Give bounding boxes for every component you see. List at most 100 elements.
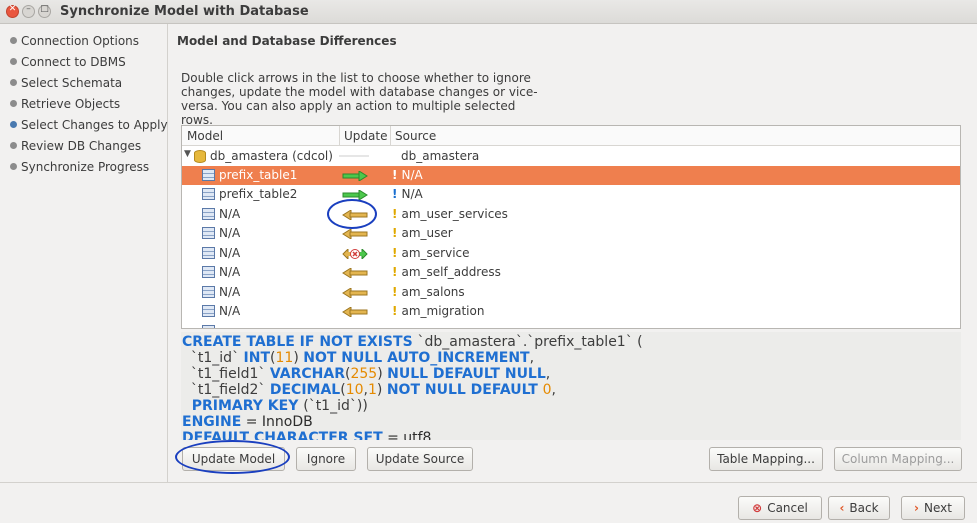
table-icon: [202, 208, 215, 220]
sql-keyword: VARCHAR: [269, 366, 345, 382]
step-bullet-icon: [10, 163, 17, 170]
next-label: Next: [923, 501, 952, 515]
step-connection-options: Connection Options: [10, 34, 139, 48]
table-row[interactable]: N/A ! am_migration: [182, 302, 960, 321]
warning-marker-icon: !: [392, 285, 398, 299]
warning-marker-icon: !: [392, 207, 398, 221]
table-icon: [202, 325, 215, 328]
arrow-left-icon[interactable]: [342, 287, 368, 301]
table-row[interactable]: N/A ! am_self_address: [182, 263, 960, 282]
arrow-right-icon[interactable]: [342, 170, 368, 184]
warning-marker-icon: !: [392, 246, 398, 260]
column-divider[interactable]: [339, 126, 340, 146]
column-header-update[interactable]: Update: [344, 129, 387, 143]
sql-line: CREATE TABLE IF NOT EXISTS `db_amastera`…: [182, 334, 643, 350]
sql-number: 11: [275, 350, 294, 366]
sql-identifier: `prefix_table1`: [527, 334, 633, 350]
step-select-changes: Select Changes to Apply: [10, 118, 168, 132]
step-retrieve-objects: Retrieve Objects: [10, 97, 120, 111]
table-mapping-button[interactable]: Table Mapping...: [709, 447, 823, 471]
sql-keyword: PRIMARY KEY: [182, 398, 304, 414]
sql-punct: ,: [551, 382, 556, 398]
column-mapping-button: Column Mapping...: [834, 447, 962, 471]
annotation-circle: [175, 440, 290, 474]
row-source-name: N/A: [401, 168, 423, 182]
arrow-left-icon[interactable]: [342, 228, 368, 242]
sql-keyword: CREATE TABLE IF NOT EXISTS: [182, 334, 418, 350]
step-connect-to-dbms: Connect to DBMS: [10, 55, 126, 69]
expand-triangle-icon[interactable]: ▼: [184, 149, 191, 159]
step-label: Connection Options: [21, 34, 140, 48]
row-source-name: am_salons: [401, 285, 465, 299]
sql-number: 1: [367, 382, 377, 398]
schema-row[interactable]: ▼ db_amastera (cdcol) db_amastera: [182, 147, 960, 166]
column-header-model[interactable]: Model: [187, 129, 223, 143]
table-icon: [202, 188, 215, 200]
sql-identifier: `t1_field1`: [182, 366, 270, 382]
ignore-button[interactable]: Ignore: [296, 447, 356, 471]
table-row[interactable]: N/A ! am_user_services: [182, 205, 960, 224]
sql-value: = InnoDB: [241, 414, 313, 430]
row-model-name: N/A: [219, 207, 241, 221]
back-label: Back: [849, 501, 879, 515]
table-row[interactable]: N/A ! am_user: [182, 224, 960, 243]
annotation-circle: [327, 199, 377, 229]
table-row[interactable]: N/A ! am_salons: [182, 283, 960, 302]
arrow-left-icon[interactable]: [342, 267, 368, 281]
sql-keyword: NOT NULL AUTO_INCREMENT: [303, 350, 530, 366]
table-row[interactable]: prefix_table2 ! N/A: [182, 185, 960, 204]
sql-identifier: `t1_field2`: [182, 382, 270, 398]
warning-marker-icon: !: [392, 304, 398, 318]
row-source-name: N/A: [401, 187, 423, 201]
sql-punct: ): [293, 350, 304, 366]
sql-line: `t1_field2` DECIMAL(10,1) NOT NULL DEFAU…: [182, 382, 556, 398]
step-label: Review DB Changes: [21, 139, 142, 153]
column-header-source[interactable]: Source: [395, 129, 436, 143]
table-row[interactable]: N/A ! am_service: [182, 244, 960, 263]
window-title: Synchronize Model with Database: [60, 4, 309, 19]
update-source-button[interactable]: Update Source: [367, 447, 473, 471]
row-source-name: am_user: [401, 226, 453, 240]
row-source-name: am_service: [401, 246, 470, 260]
step-label: Select Schemata: [21, 76, 123, 90]
sql-line: `t1_id` INT(11) NOT NULL AUTO_INCREMENT,: [182, 350, 534, 366]
row-source: ! N/A: [392, 168, 423, 182]
back-button[interactable]: ‹ Back: [828, 496, 890, 520]
sql-punct: ,: [545, 366, 551, 382]
row-model-name: N/A: [219, 246, 241, 260]
row-source: ! am_user: [392, 226, 453, 240]
sql-punct: )): [356, 398, 368, 414]
next-button[interactable]: › Next: [901, 496, 965, 520]
schema-source-name: db_amastera: [401, 149, 480, 163]
differences-tree[interactable]: Model Update Source ▼ db_amastera (cdcol…: [181, 125, 961, 329]
cancel-label: Cancel: [767, 501, 808, 515]
window-maximize-button[interactable]: □: [38, 4, 51, 18]
column-divider[interactable]: [390, 126, 391, 146]
ignore-icon[interactable]: [342, 247, 368, 262]
row-source: ! am_service: [392, 246, 470, 260]
window-close-button[interactable]: ✕: [6, 4, 19, 18]
info-marker-icon: !: [392, 168, 398, 182]
table-icon: [202, 227, 215, 239]
schema-update-placeholder: [339, 155, 369, 157]
page-title: Model and Database Differences: [177, 34, 397, 48]
maximize-icon: □: [40, 4, 49, 14]
step-review-db-changes: Review DB Changes: [10, 139, 141, 153]
step-bullet-icon: [10, 142, 17, 149]
sql-keyword: DEFAULT CHARACTER SET: [182, 430, 383, 440]
sql-keyword: ENGINE: [182, 414, 242, 430]
window-minimize-button[interactable]: –: [22, 4, 35, 18]
sql-keyword: INT: [243, 350, 271, 366]
row-model-name: prefix_table2: [219, 187, 298, 201]
sql-preview[interactable]: CREATE TABLE IF NOT EXISTS `db_amastera`…: [181, 332, 961, 440]
arrow-left-icon[interactable]: [342, 306, 368, 320]
step-label: Select Changes to Apply: [21, 118, 168, 132]
table-row[interactable]: prefix_table1 ! N/A: [182, 166, 960, 185]
sql-keyword: NULL DEFAULT NULL: [387, 366, 546, 382]
cancel-button[interactable]: ⊗ Cancel: [738, 496, 822, 520]
table-icon: [202, 169, 215, 181]
sql-punct: ,: [529, 350, 535, 366]
sql-number: 255: [350, 366, 378, 382]
sql-identifier: `db_amastera`: [417, 334, 523, 350]
table-row-partial[interactable]: [182, 322, 960, 328]
